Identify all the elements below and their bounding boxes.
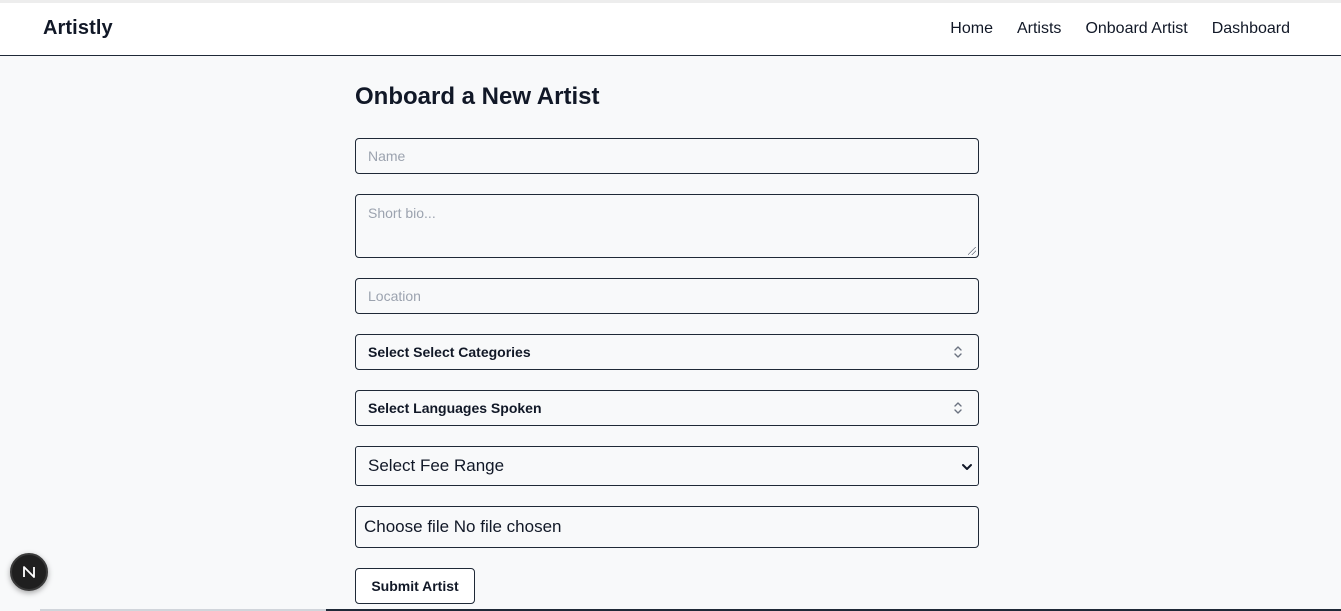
- brand-logo[interactable]: Artistly: [43, 17, 113, 40]
- location-placeholder: Location: [368, 288, 421, 304]
- file-upload-input[interactable]: Choose file No file chosen: [355, 506, 979, 548]
- chevron-down-icon: [962, 464, 972, 470]
- languages-select-label: Select Languages Spoken: [368, 400, 542, 416]
- bio-textarea[interactable]: Short bio...: [355, 194, 979, 258]
- categories-select[interactable]: Select Select Categories: [355, 334, 979, 370]
- location-input[interactable]: Location: [355, 278, 979, 314]
- resize-handle-icon[interactable]: [968, 247, 976, 255]
- languages-select[interactable]: Select Languages Spoken: [355, 390, 979, 426]
- chevron-up-down-icon: [954, 346, 962, 358]
- fee-range-label: Select Fee Range: [368, 456, 505, 475]
- categories-select-label: Select Select Categories: [368, 344, 531, 360]
- next-dev-badge[interactable]: [10, 553, 48, 591]
- submit-artist-button[interactable]: Submit Artist: [355, 568, 475, 604]
- page-title: Onboard a New Artist: [355, 83, 600, 110]
- chevron-up-down-icon: [954, 402, 962, 414]
- file-upload-label: Choose file No file chosen: [364, 517, 562, 536]
- nav-artists[interactable]: Artists: [1017, 19, 1061, 39]
- nav-links: Home Artists Onboard Artist Dashboard: [950, 19, 1290, 39]
- next-n-icon: [23, 566, 35, 578]
- name-input[interactable]: Name: [355, 138, 979, 174]
- nav-onboard-artist[interactable]: Onboard Artist: [1085, 19, 1187, 39]
- bio-placeholder: Short bio...: [368, 205, 436, 221]
- name-placeholder: Name: [368, 148, 406, 164]
- nav-dashboard[interactable]: Dashboard: [1212, 19, 1290, 39]
- nav-home[interactable]: Home: [950, 19, 993, 39]
- navbar: Artistly Home Artists Onboard Artist Das…: [0, 3, 1341, 56]
- fee-range-select[interactable]: Select Fee Range: [355, 446, 979, 486]
